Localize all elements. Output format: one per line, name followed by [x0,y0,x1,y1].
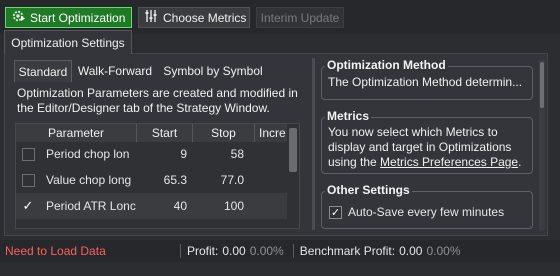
tab-walk-forward-label: Walk-Forward [77,64,153,78]
gear-play-icon [12,9,26,26]
optimization-method-title: Optimization Method [325,58,448,72]
other-settings-title: Other Settings [325,183,412,197]
table-row[interactable]: Value chop long 65.3 77.0 [16,167,255,193]
profit-label: Profit: [187,244,219,258]
row-start-value[interactable]: 9 [137,147,193,161]
profit-value: 0.00 [222,244,246,258]
column-header-start[interactable]: Start [137,124,193,142]
profit-percent: 0.00% [249,244,284,258]
tab-standard[interactable]: Standard [14,60,72,82]
grid-header: Parameter Start Stop Incre [16,124,287,142]
table-row[interactable]: Period chop lon 9 58 [16,141,255,167]
status-divider [180,244,181,258]
status-bar: Need to Load Data Profit: 0.00 0.00% Ben… [0,240,560,262]
autosave-label: Auto-Save every few minutes [348,205,505,219]
row-checkbox[interactable] [21,173,35,187]
benchmark-profit-percent: 0.00% [426,244,461,258]
row-stop-value[interactable]: 100 [193,199,255,213]
metrics-text-line: You now select which Metrics to [328,125,498,139]
row-checkbox[interactable] [21,147,35,161]
status-warning: Need to Load Data [5,244,106,258]
tab-optimization-settings[interactable]: Optimization Settings [4,30,132,54]
row-stop-value[interactable]: 77.0 [193,173,255,187]
row-parameter-name: Value chop long [46,173,132,187]
tab-walk-forward[interactable]: Walk-Forward [73,60,157,82]
autosave-checkbox[interactable]: ✓ [329,205,342,219]
choose-metrics-label: Choose Metrics [163,10,247,25]
benchmark-profit-label: Benchmark Profit: [299,244,396,258]
tab-symbol-by-symbol[interactable]: Symbol by Symbol [159,60,267,82]
checkmark-icon[interactable]: ✓ [16,198,40,214]
parameters-description: Optimization Parameters are created and … [17,86,298,115]
panel-splitter[interactable] [312,58,315,230]
choose-metrics-button[interactable]: Choose Metrics [138,7,250,28]
row-start-value[interactable]: 65.3 [137,173,193,187]
column-header-parameter[interactable]: Parameter [16,124,137,142]
start-optimization-label: Start Optimization [30,10,126,25]
tab-standard-label: Standard [18,64,68,79]
metrics-preferences-link[interactable]: Metrics Preferences Page [380,155,518,169]
table-row[interactable]: ✓ Period ATR Lonc 40 100 [16,193,287,219]
row-parameter-name: Period ATR Lonc [46,199,136,213]
metrics-text-line: using the Metrics Preferences Page. [328,155,532,170]
start-optimization-button[interactable]: Start Optimization [5,7,132,28]
tab-optimization-settings-label: Optimization Settings [11,35,125,50]
optimization-method-text: The Optimization Method determin... [328,75,523,89]
status-divider [292,244,294,258]
checkmark-icon: ✓ [330,206,341,219]
benchmark-profit-value: 0.00 [399,244,423,258]
column-header-increment[interactable]: Incre [255,124,287,142]
grid-scrollbar-thumb[interactable] [289,128,297,172]
metrics-text-suffix: . [518,155,522,169]
interim-update-button[interactable]: Interim Update [256,7,344,28]
metrics-title: Metrics [325,109,372,123]
metrics-text: You now select which Metrics to display … [328,125,532,170]
metrics-text-line: display and target in Optimizations [328,140,512,154]
metrics-text-prefix: using the [328,155,381,169]
autosave-checkbox-row[interactable]: ✓ Auto-Save every few minutes [329,205,504,219]
settings-scrollbar-thumb[interactable] [540,62,544,108]
row-parameter-name: Period chop lon [46,147,130,161]
column-header-stop[interactable]: Stop [193,124,255,142]
tab-symbol-by-symbol-label: Symbol by Symbol [163,64,263,78]
row-stop-value[interactable]: 58 [193,147,255,161]
row-start-value[interactable]: 40 [137,199,193,213]
sliders-icon [144,9,158,26]
interim-update-label: Interim Update [260,10,340,25]
